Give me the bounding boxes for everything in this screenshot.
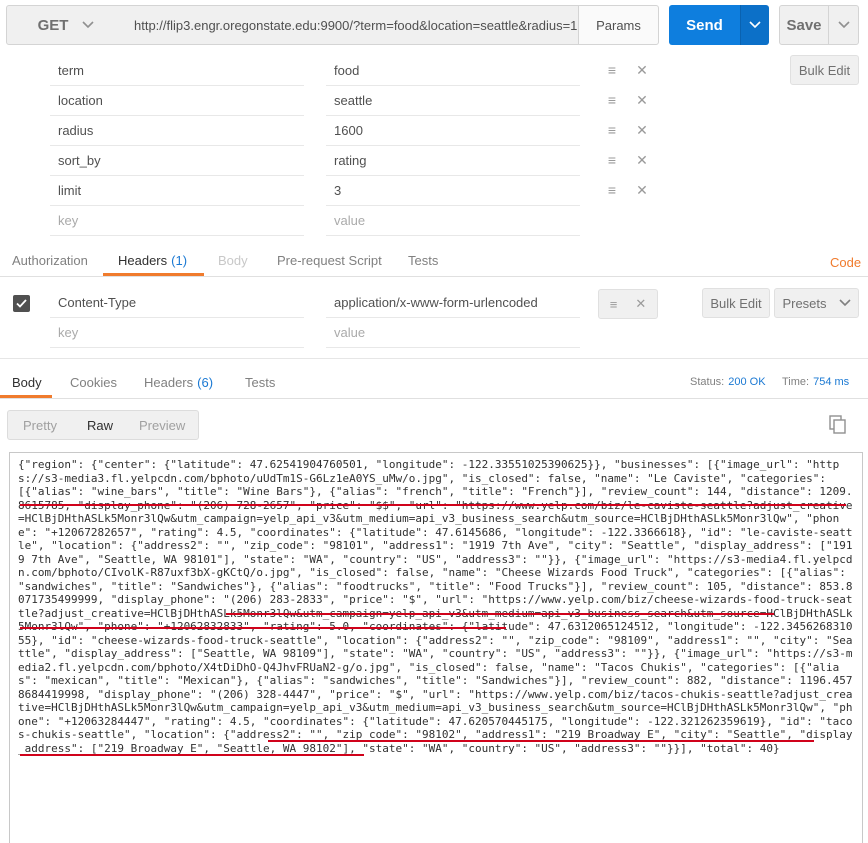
tab-response-headers-label: Headers [144, 374, 194, 390]
chevron-down-icon [838, 299, 851, 307]
url-input[interactable]: http://flip3.engr.oregonstate.edu:9900/?… [125, 5, 579, 45]
header-enabled-checkbox[interactable] [13, 295, 30, 312]
active-tab-indicator [103, 273, 204, 276]
annotation-underline [20, 627, 506, 629]
close-icon[interactable]: ✕ [635, 62, 649, 78]
section-divider [0, 358, 868, 359]
tab-headers-label: Headers [118, 252, 168, 268]
tab-tests[interactable]: Tests [408, 244, 438, 276]
response-body-viewer[interactable]: {"region": {"center": {"latitude": 47.62… [9, 452, 863, 843]
send-button[interactable]: Send [669, 5, 740, 45]
request-tabs: Authorization Headers (1) Body Pre-reques… [0, 244, 868, 277]
param-value-input[interactable]: food [326, 56, 580, 86]
save-options-button[interactable] [828, 5, 859, 45]
chevron-down-icon [82, 21, 94, 29]
format-preview[interactable]: Preview [139, 418, 185, 433]
copy-icon[interactable] [829, 415, 847, 435]
status-value: 200 OK [728, 376, 766, 388]
tab-cookies[interactable]: Cookies [70, 366, 117, 398]
method-label: GET [37, 16, 69, 34]
param-value-placeholder[interactable]: value [326, 206, 580, 236]
annotation-underline [20, 754, 364, 756]
param-value-input[interactable]: rating [326, 146, 580, 176]
close-icon[interactable]: ✕ [635, 296, 646, 312]
tab-authorization[interactable]: Authorization [12, 244, 88, 276]
active-tab-indicator [0, 395, 52, 398]
drag-handle-icon[interactable]: ≡ [605, 182, 619, 198]
format-pretty[interactable]: Pretty [23, 418, 57, 433]
response-tabs: Body Cookies Headers (6) Tests Status: 200… [0, 366, 868, 399]
format-raw[interactable]: Raw [87, 418, 113, 433]
response-time: Time: 754 ms [782, 366, 849, 398]
param-key-input[interactable]: limit [50, 176, 304, 206]
presets-button[interactable]: Presets [774, 288, 859, 318]
tab-headers-count: (1) [171, 252, 188, 268]
tab-headers[interactable]: Headers (1) [118, 244, 187, 276]
chevron-down-icon [749, 21, 761, 29]
param-value-input[interactable]: 3 [326, 176, 580, 206]
url-text: http://flip3.engr.oregonstate.edu:9900/?… [134, 17, 578, 33]
params-bulk-edit-button[interactable]: Bulk Edit [790, 55, 859, 85]
time-value: 754 ms [813, 376, 850, 388]
code-link[interactable]: Code [830, 246, 861, 278]
tab-pre-request-script[interactable]: Pre-request Script [277, 244, 382, 276]
tab-response-body[interactable]: Body [12, 366, 42, 398]
annotation-underline [20, 504, 846, 506]
params-button[interactable]: Params [578, 5, 659, 45]
annotation-underline [226, 613, 774, 615]
close-icon[interactable]: ✕ [635, 122, 649, 138]
time-label: Time: [782, 376, 810, 388]
format-selector: Pretty Raw Preview [7, 410, 199, 440]
param-key-input[interactable]: radius [50, 116, 304, 146]
drag-handle-icon[interactable]: ≡ [605, 152, 619, 168]
tab-response-headers-count: (6) [197, 374, 214, 390]
drag-handle-icon[interactable]: ≡ [605, 92, 619, 108]
header-value-placeholder[interactable]: value [326, 318, 580, 348]
close-icon[interactable]: ✕ [635, 92, 649, 108]
header-key-input[interactable]: Content-Type [50, 288, 304, 318]
response-body-text: {"region": {"center": {"latitude": 47.62… [18, 458, 853, 755]
tab-response-headers[interactable]: Headers (6) [144, 366, 213, 398]
drag-handle-icon[interactable]: ≡ [605, 122, 619, 138]
param-value-input[interactable]: seattle [326, 86, 580, 116]
param-value-input[interactable]: 1600 [326, 116, 580, 146]
param-key-input[interactable]: sort_by [50, 146, 304, 176]
annotation-underline [268, 740, 814, 742]
headers-bulk-edit-button[interactable]: Bulk Edit [702, 288, 770, 318]
chevron-down-icon [837, 21, 850, 29]
param-key-placeholder[interactable]: key [50, 206, 304, 236]
drag-handle-icon[interactable]: ≡ [605, 62, 619, 78]
param-key-input[interactable]: location [50, 86, 304, 116]
method-select[interactable]: GET [6, 5, 126, 45]
response-status: Status: 200 OK [690, 366, 766, 398]
check-icon [16, 299, 27, 308]
close-icon[interactable]: ✕ [635, 182, 649, 198]
save-button[interactable]: Save [779, 5, 829, 45]
drag-handle-icon[interactable]: ≡ [610, 297, 618, 312]
presets-label: Presets [782, 295, 827, 311]
tab-body[interactable]: Body [218, 244, 248, 276]
status-label: Status: [690, 376, 725, 388]
header-row-actions: ≡ ✕ [598, 289, 658, 319]
send-options-button[interactable] [740, 5, 769, 45]
header-value-input[interactable]: application/x-www-form-urlencoded [326, 288, 580, 318]
close-icon[interactable]: ✕ [635, 152, 649, 168]
param-key-input[interactable]: term [50, 56, 304, 86]
header-key-placeholder[interactable]: key [50, 318, 304, 348]
tab-response-tests[interactable]: Tests [245, 366, 275, 398]
